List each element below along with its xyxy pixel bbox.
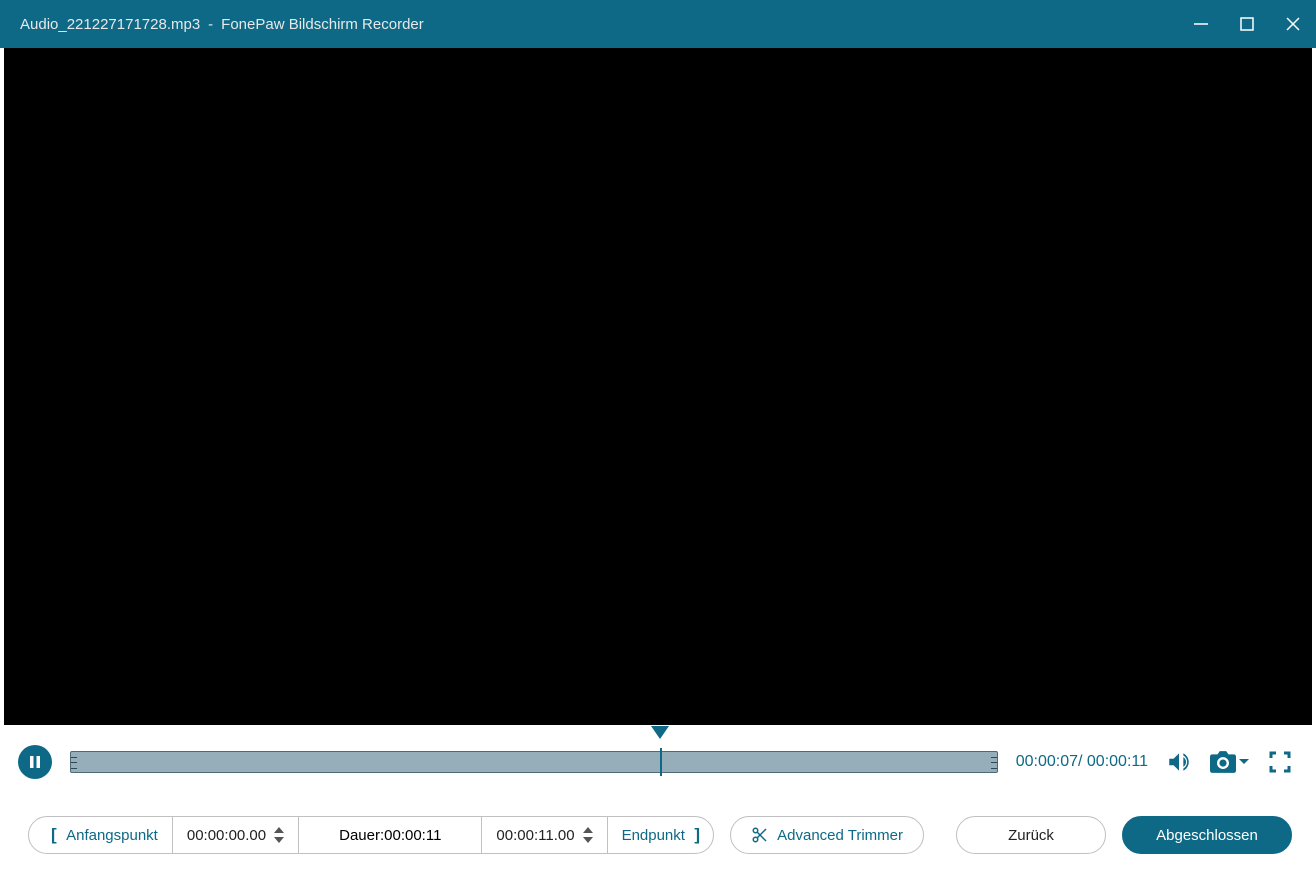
back-label: Zurück [1008, 827, 1054, 844]
time-display: 00:00:07/ 00:00:11 [1016, 753, 1148, 771]
app-name-label: FonePaw Bildschirm Recorder [221, 16, 424, 33]
chevron-down-icon [1238, 757, 1250, 767]
fullscreen-button[interactable] [1268, 750, 1292, 774]
duration-cell: Dauer:00:00:11 [299, 817, 482, 853]
titlebar: Audio_221227171728.mp3 - FonePaw Bildsch… [0, 0, 1316, 48]
done-button[interactable]: Abgeschlossen [1122, 816, 1292, 854]
playback-bar: 00:00:07/ 00:00:11 [0, 725, 1316, 799]
duration-label: Dauer: [339, 827, 384, 844]
title-separator: - [200, 16, 221, 33]
start-time-value: 00:00:00.00 [187, 827, 266, 844]
close-button[interactable] [1270, 0, 1316, 48]
file-name-label: Audio_221227171728.mp3 [20, 16, 200, 33]
end-time-spinner [583, 827, 593, 843]
timeline[interactable] [70, 742, 998, 782]
end-time-value: 00:00:11.00 [496, 827, 574, 844]
endpoint-label: Endpunkt [622, 827, 685, 844]
back-button[interactable]: Zurück [956, 816, 1106, 854]
bracket-right-icon: ] [685, 825, 700, 845]
start-time-up[interactable] [274, 827, 284, 833]
playhead-marker-icon[interactable] [651, 726, 669, 739]
maximize-button[interactable] [1224, 0, 1270, 48]
duration-value: 00:00:11 [384, 827, 441, 844]
snapshot-button[interactable] [1210, 751, 1250, 773]
bracket-left-icon: [ [51, 825, 66, 845]
volume-icon [1166, 749, 1192, 775]
scissors-icon [751, 826, 769, 844]
start-time-field[interactable]: 00:00:00.00 [173, 817, 299, 853]
maximize-icon [1239, 16, 1255, 32]
playhead-line [660, 748, 662, 776]
set-startpoint-button[interactable]: [ Anfangspunkt [29, 817, 173, 853]
timeline-track[interactable] [70, 751, 998, 773]
minimize-button[interactable] [1178, 0, 1224, 48]
trim-handle-right[interactable] [991, 752, 997, 774]
start-time-spinner [274, 827, 284, 843]
trim-handle-left[interactable] [71, 752, 77, 774]
start-time-down[interactable] [274, 837, 284, 843]
done-label: Abgeschlossen [1156, 827, 1258, 844]
close-icon [1285, 16, 1301, 32]
end-time-up[interactable] [583, 827, 593, 833]
bottom-bar: [ Anfangspunkt 00:00:00.00 Dauer:00:00:1… [0, 799, 1316, 871]
fullscreen-icon [1268, 750, 1292, 774]
advanced-trimmer-button[interactable]: Advanced Trimmer [730, 816, 924, 854]
preview-area [4, 48, 1312, 725]
end-time-down[interactable] [583, 837, 593, 843]
set-endpoint-button[interactable]: Endpunkt ] [608, 817, 715, 853]
end-time-field[interactable]: 00:00:11.00 [482, 817, 607, 853]
pause-button[interactable] [18, 745, 52, 779]
volume-button[interactable] [1166, 749, 1192, 775]
advanced-trimmer-label: Advanced Trimmer [777, 827, 903, 844]
startpoint-label: Anfangspunkt [66, 827, 158, 844]
camera-icon [1210, 751, 1236, 773]
pause-icon [28, 755, 42, 769]
trim-controls: [ Anfangspunkt 00:00:00.00 Dauer:00:00:1… [28, 816, 714, 854]
minimize-icon [1193, 16, 1209, 32]
app-window: Audio_221227171728.mp3 - FonePaw Bildsch… [0, 0, 1316, 871]
